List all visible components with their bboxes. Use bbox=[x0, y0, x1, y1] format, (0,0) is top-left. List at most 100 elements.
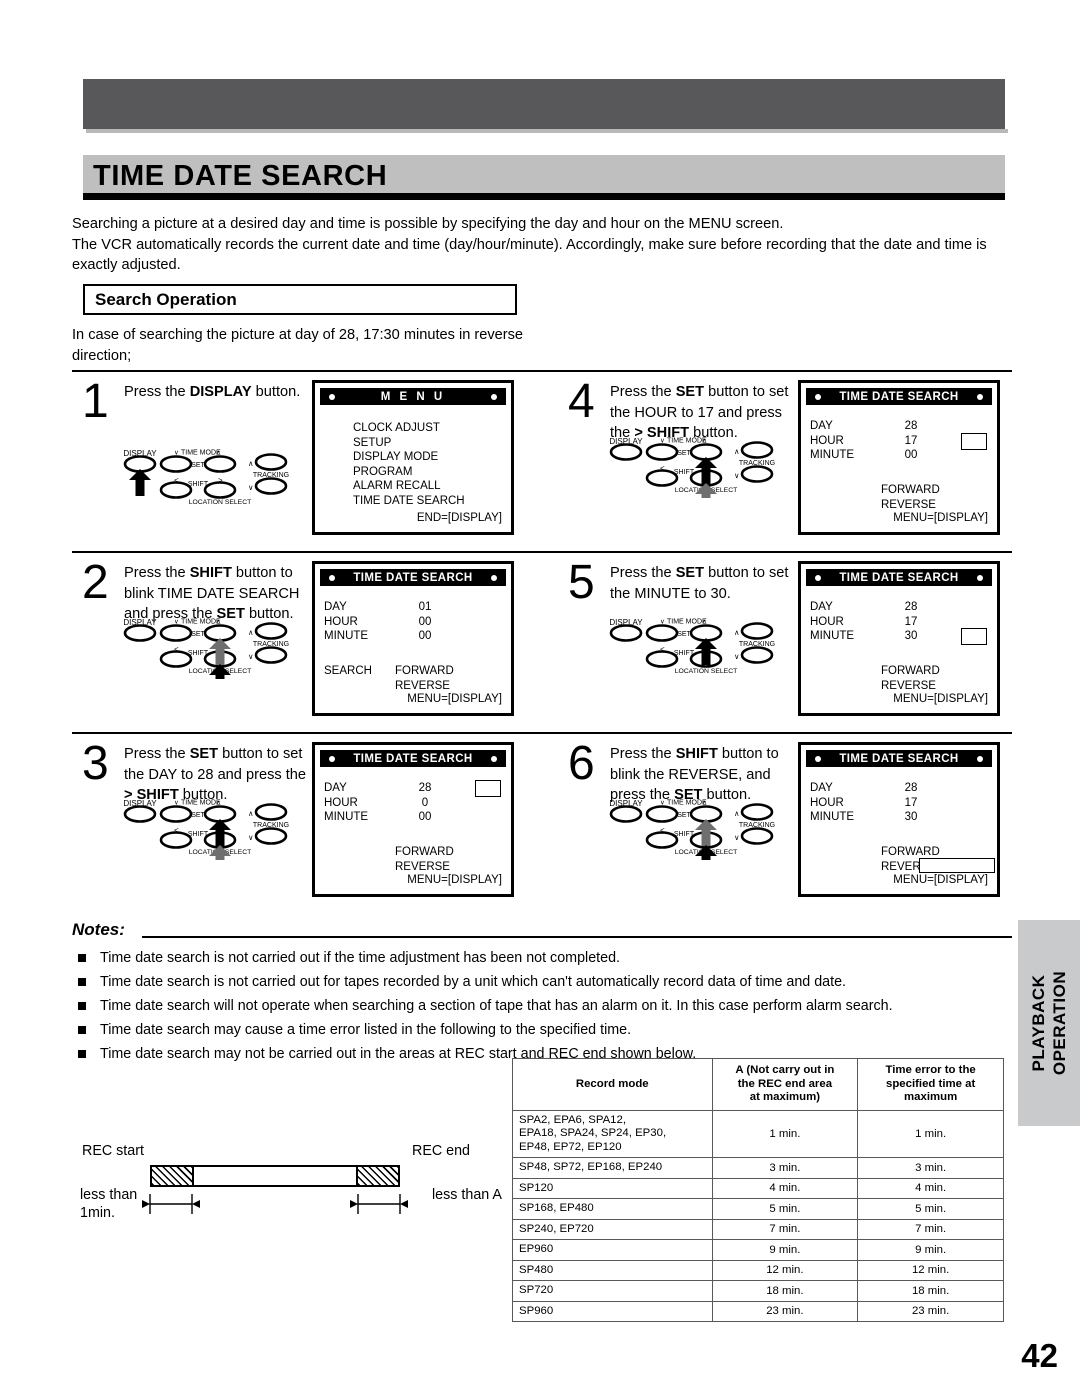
osd-field-value[interactable]: 17 bbox=[896, 796, 926, 811]
table-cell-record-mode: SP720 bbox=[512, 1280, 713, 1302]
table-cell-time-error: 4 min. bbox=[857, 1177, 1004, 1199]
side-tab-line-2: OPERATION bbox=[1050, 970, 1069, 1076]
osd-field-value[interactable]: 17 bbox=[896, 615, 926, 630]
osd-field-value[interactable]: 17 bbox=[896, 434, 926, 449]
osd-field-value[interactable]: 28 bbox=[410, 781, 440, 796]
osd-field-value[interactable]: 00 bbox=[410, 615, 440, 630]
svg-text:∧: ∧ bbox=[734, 809, 740, 818]
osd-field-label: MINUTE bbox=[324, 630, 369, 642]
osd-field-row: MINUTE 00 bbox=[324, 629, 520, 644]
osd-title-bar: TIME DATE SEARCH bbox=[806, 569, 992, 586]
table-cell-rec-end-area: 23 min. bbox=[711, 1300, 859, 1322]
table-cell-rec-end-area: 3 min. bbox=[711, 1157, 859, 1179]
osd-field-value[interactable]: 0 bbox=[410, 796, 440, 811]
osd-body: DAY 28 HOUR 17 MINUTE 00 FORWARD REVERSE M… bbox=[801, 407, 997, 532]
table-row: SP48, SP72, EP168, EP240 3 min. 3 min. bbox=[512, 1157, 1004, 1179]
osd-forward-option[interactable]: FORWARD bbox=[881, 483, 940, 498]
svg-text:∧: ∧ bbox=[248, 459, 254, 468]
osd-menu-list: CLOCK ADJUST SETUP DISPLAY MODE PROGRAM ALAR… bbox=[353, 421, 465, 508]
table-cell-record-mode: SP480 bbox=[512, 1259, 713, 1281]
step-row: 3 Press the SET button to set the DAY to… bbox=[72, 732, 1012, 913]
note-item: Time date search will not operate when s… bbox=[72, 994, 1012, 1018]
table-row: SPA2, EPA6, SPA12, EPA18, SPA24, SP24, EP… bbox=[512, 1109, 1004, 1158]
osd-field-list: DAY 28 HOUR 17 MINUTE 30 bbox=[810, 781, 1006, 825]
osd-field-value[interactable]: 00 bbox=[410, 810, 440, 825]
header-bar bbox=[83, 79, 1005, 129]
osd-body: DAY 01 HOUR 00 MINUTE 00 SEARCH FORWARD RE… bbox=[315, 588, 511, 713]
intro-line-1: Searching a picture at a desired day and… bbox=[72, 216, 784, 232]
step-number: 6 bbox=[568, 737, 595, 790]
intro-paragraph: Searching a picture at a desired day and… bbox=[72, 214, 1012, 276]
osd-menu-item[interactable]: ALARM RECALL bbox=[353, 479, 465, 494]
osd-field-value[interactable]: 00 bbox=[896, 448, 926, 463]
less-than-1min-line1: less than bbox=[80, 1187, 138, 1203]
remote-control-diagram: DISPLAY∨TIME MODE∧_+SET<>SHIFTLOCATION S… bbox=[108, 798, 318, 860]
table-column-header: Time error to the specified time at maximu… bbox=[857, 1058, 1004, 1111]
table-cell-time-error: 5 min. bbox=[857, 1198, 1004, 1220]
less-than-a-label: less than A bbox=[432, 1187, 502, 1203]
osd-field-row: DAY 01 bbox=[324, 600, 520, 615]
table-cell-record-mode: EP960 bbox=[512, 1239, 713, 1261]
osd-menu-item[interactable]: SETUP bbox=[353, 436, 465, 451]
osd-field-value[interactable]: 28 bbox=[896, 600, 926, 615]
osd-screen: M E N U CLOCK ADJUST SETUP DISPLAY MODE PRO… bbox=[312, 380, 514, 535]
note-text: Time date search is not carried out for … bbox=[100, 974, 847, 990]
svg-text:∨: ∨ bbox=[734, 471, 740, 480]
step-number: 1 bbox=[82, 375, 109, 428]
osd-title-text: TIME DATE SEARCH bbox=[839, 571, 959, 584]
note-item: Time date search is not carried out for … bbox=[72, 970, 1012, 994]
svg-text:∨: ∨ bbox=[248, 483, 254, 492]
svg-text:SET: SET bbox=[191, 631, 205, 638]
osd-field-value[interactable]: 28 bbox=[896, 419, 926, 434]
step-number: 4 bbox=[568, 375, 595, 428]
tape-bar bbox=[150, 1165, 400, 1187]
osd-forward-option[interactable]: FORWARD bbox=[881, 664, 940, 679]
time-error-table: Record mode A (Not carry out in the REC en… bbox=[512, 1058, 1004, 1322]
notes-list: Time date search is not carried out if t… bbox=[72, 946, 1012, 1066]
note-bullet-icon bbox=[78, 1002, 86, 1010]
svg-text:LOCATION SELECT: LOCATION SELECT bbox=[675, 668, 738, 675]
svg-text:∨: ∨ bbox=[734, 833, 740, 842]
svg-text:TIME MODE: TIME MODE bbox=[181, 800, 221, 807]
table-cell-record-mode: SP240, EP720 bbox=[512, 1218, 713, 1240]
osd-field-row: DAY 28 bbox=[810, 781, 1006, 796]
osd-menu-item[interactable]: TIME DATE SEARCH bbox=[353, 494, 465, 509]
osd-menu-item[interactable]: DISPLAY MODE bbox=[353, 450, 465, 465]
step-instruction: Press the DISPLAY button. bbox=[124, 384, 301, 400]
osd-field-label: DAY bbox=[810, 420, 833, 432]
osd-search-label: SEARCH bbox=[324, 665, 372, 677]
svg-text:LOCATION SELECT: LOCATION SELECT bbox=[189, 499, 252, 506]
table-cell-time-error: 7 min. bbox=[857, 1218, 1004, 1240]
osd-footer: MENU=[DISPLAY] bbox=[893, 692, 988, 705]
osd-field-value[interactable]: 30 bbox=[896, 629, 926, 644]
step-instruction: Press the SHIFT button to blink TIME DAT… bbox=[124, 565, 300, 622]
table-row: SP720 18 min. 18 min. bbox=[512, 1280, 1004, 1302]
svg-text:∨: ∨ bbox=[734, 652, 740, 661]
osd-forward-option[interactable]: FORWARD bbox=[395, 845, 454, 860]
osd-forward-option[interactable]: FORWARD bbox=[395, 664, 454, 679]
osd-title-dot-right-icon bbox=[977, 574, 983, 581]
osd-field-row: MINUTE 30 bbox=[810, 810, 1006, 825]
osd-field-value[interactable]: 30 bbox=[896, 810, 926, 825]
note-bullet-icon bbox=[78, 1050, 86, 1058]
table-cell-record-mode: SPA2, EPA6, SPA12, EPA18, SPA24, SP24, EP… bbox=[512, 1109, 713, 1158]
osd-field-label: MINUTE bbox=[810, 630, 855, 642]
note-bullet-icon bbox=[78, 954, 86, 962]
step-row: 1 Press the DISPLAY button. DISPLAY ∨ TIME… bbox=[72, 370, 1012, 551]
osd-field-row: HOUR 17 bbox=[810, 796, 1006, 811]
osd-menu-item[interactable]: CLOCK ADJUST bbox=[353, 421, 465, 436]
table-cell-time-error: 18 min. bbox=[857, 1280, 1004, 1302]
step-instruction: Press the SET button to set the HOUR to … bbox=[610, 384, 789, 441]
osd-title-dot-right-icon bbox=[977, 755, 983, 762]
step-instruction: Press the SET button to set the MINUTE t… bbox=[610, 565, 789, 602]
section-side-tab: PLAYBACK OPERATION bbox=[1018, 920, 1080, 1126]
osd-field-value[interactable]: 00 bbox=[410, 629, 440, 644]
table-row: SP240, EP720 7 min. 7 min. bbox=[512, 1218, 1004, 1240]
osd-menu-item[interactable]: PROGRAM bbox=[353, 465, 465, 480]
osd-field-value[interactable]: 28 bbox=[896, 781, 926, 796]
table-row: SP120 4 min. 4 min. bbox=[512, 1177, 1004, 1199]
osd-title-dot-right-icon bbox=[491, 574, 497, 581]
osd-field-value[interactable]: 01 bbox=[410, 600, 440, 615]
osd-title-dot-left-icon bbox=[329, 755, 335, 762]
svg-text:∧: ∧ bbox=[734, 447, 740, 456]
